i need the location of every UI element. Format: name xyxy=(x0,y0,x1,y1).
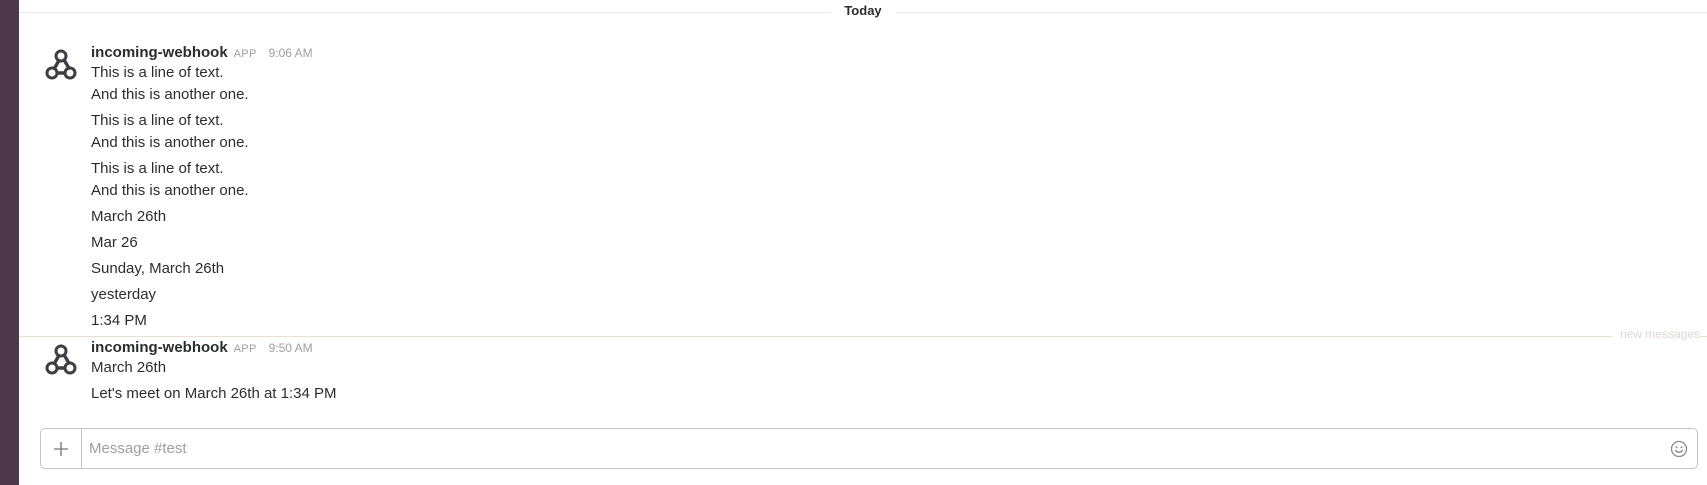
emoji-button[interactable] xyxy=(1670,440,1688,458)
message-line: Sunday, March 26th xyxy=(91,260,225,277)
message-body: incoming-webhook APP 9:06 AM This is a l… xyxy=(91,44,1591,329)
app-badge: APP xyxy=(233,48,257,60)
message-line: March 26th xyxy=(91,208,167,225)
message-header: incoming-webhook APP 9:50 AM xyxy=(91,339,1591,359)
message-line: Let's meet on March 26th at 1:34 PM xyxy=(91,385,337,402)
message: incoming-webhook APP 9:50 AM March 26th … xyxy=(19,339,1707,409)
message-line: This is a line of text. xyxy=(91,64,224,81)
sender-name[interactable]: incoming-webhook xyxy=(91,339,228,356)
webhook-icon[interactable] xyxy=(43,48,79,84)
add-attachment-button[interactable] xyxy=(41,429,82,468)
message-input[interactable] xyxy=(89,429,1629,468)
sender-name[interactable]: incoming-webhook xyxy=(91,44,228,61)
day-divider: Today xyxy=(19,0,1707,24)
day-divider-label: Today xyxy=(830,3,896,18)
message-line: And this is another one. xyxy=(91,182,249,199)
plus-icon xyxy=(54,441,68,456)
smiley-icon xyxy=(1670,440,1688,458)
message-line: This is a line of text. xyxy=(91,160,224,177)
message-line: And this is another one. xyxy=(91,134,249,151)
message-composer xyxy=(40,428,1698,469)
webhook-icon[interactable] xyxy=(43,343,79,379)
message-line: March 26th xyxy=(91,359,167,376)
message-line: 1:34 PM xyxy=(91,312,147,329)
message: incoming-webhook APP 9:06 AM This is a l… xyxy=(19,44,1707,334)
message-line: This is a line of text. xyxy=(91,112,224,129)
message-line: yesterday xyxy=(91,286,157,303)
message-pane: Today incoming-webhook APP 9:06 AM This xyxy=(19,0,1707,485)
message-line: Mar 26 xyxy=(91,234,138,251)
app-badge: APP xyxy=(233,343,257,355)
sidebar-edge xyxy=(0,0,19,485)
timestamp[interactable]: 9:50 AM xyxy=(269,341,313,355)
new-messages-divider xyxy=(19,336,1707,337)
message-header: incoming-webhook APP 9:06 AM xyxy=(91,44,1591,64)
message-line: And this is another one. xyxy=(91,86,249,103)
message-body: incoming-webhook APP 9:50 AM March 26th … xyxy=(91,339,1591,402)
timestamp[interactable]: 9:06 AM xyxy=(269,46,313,60)
